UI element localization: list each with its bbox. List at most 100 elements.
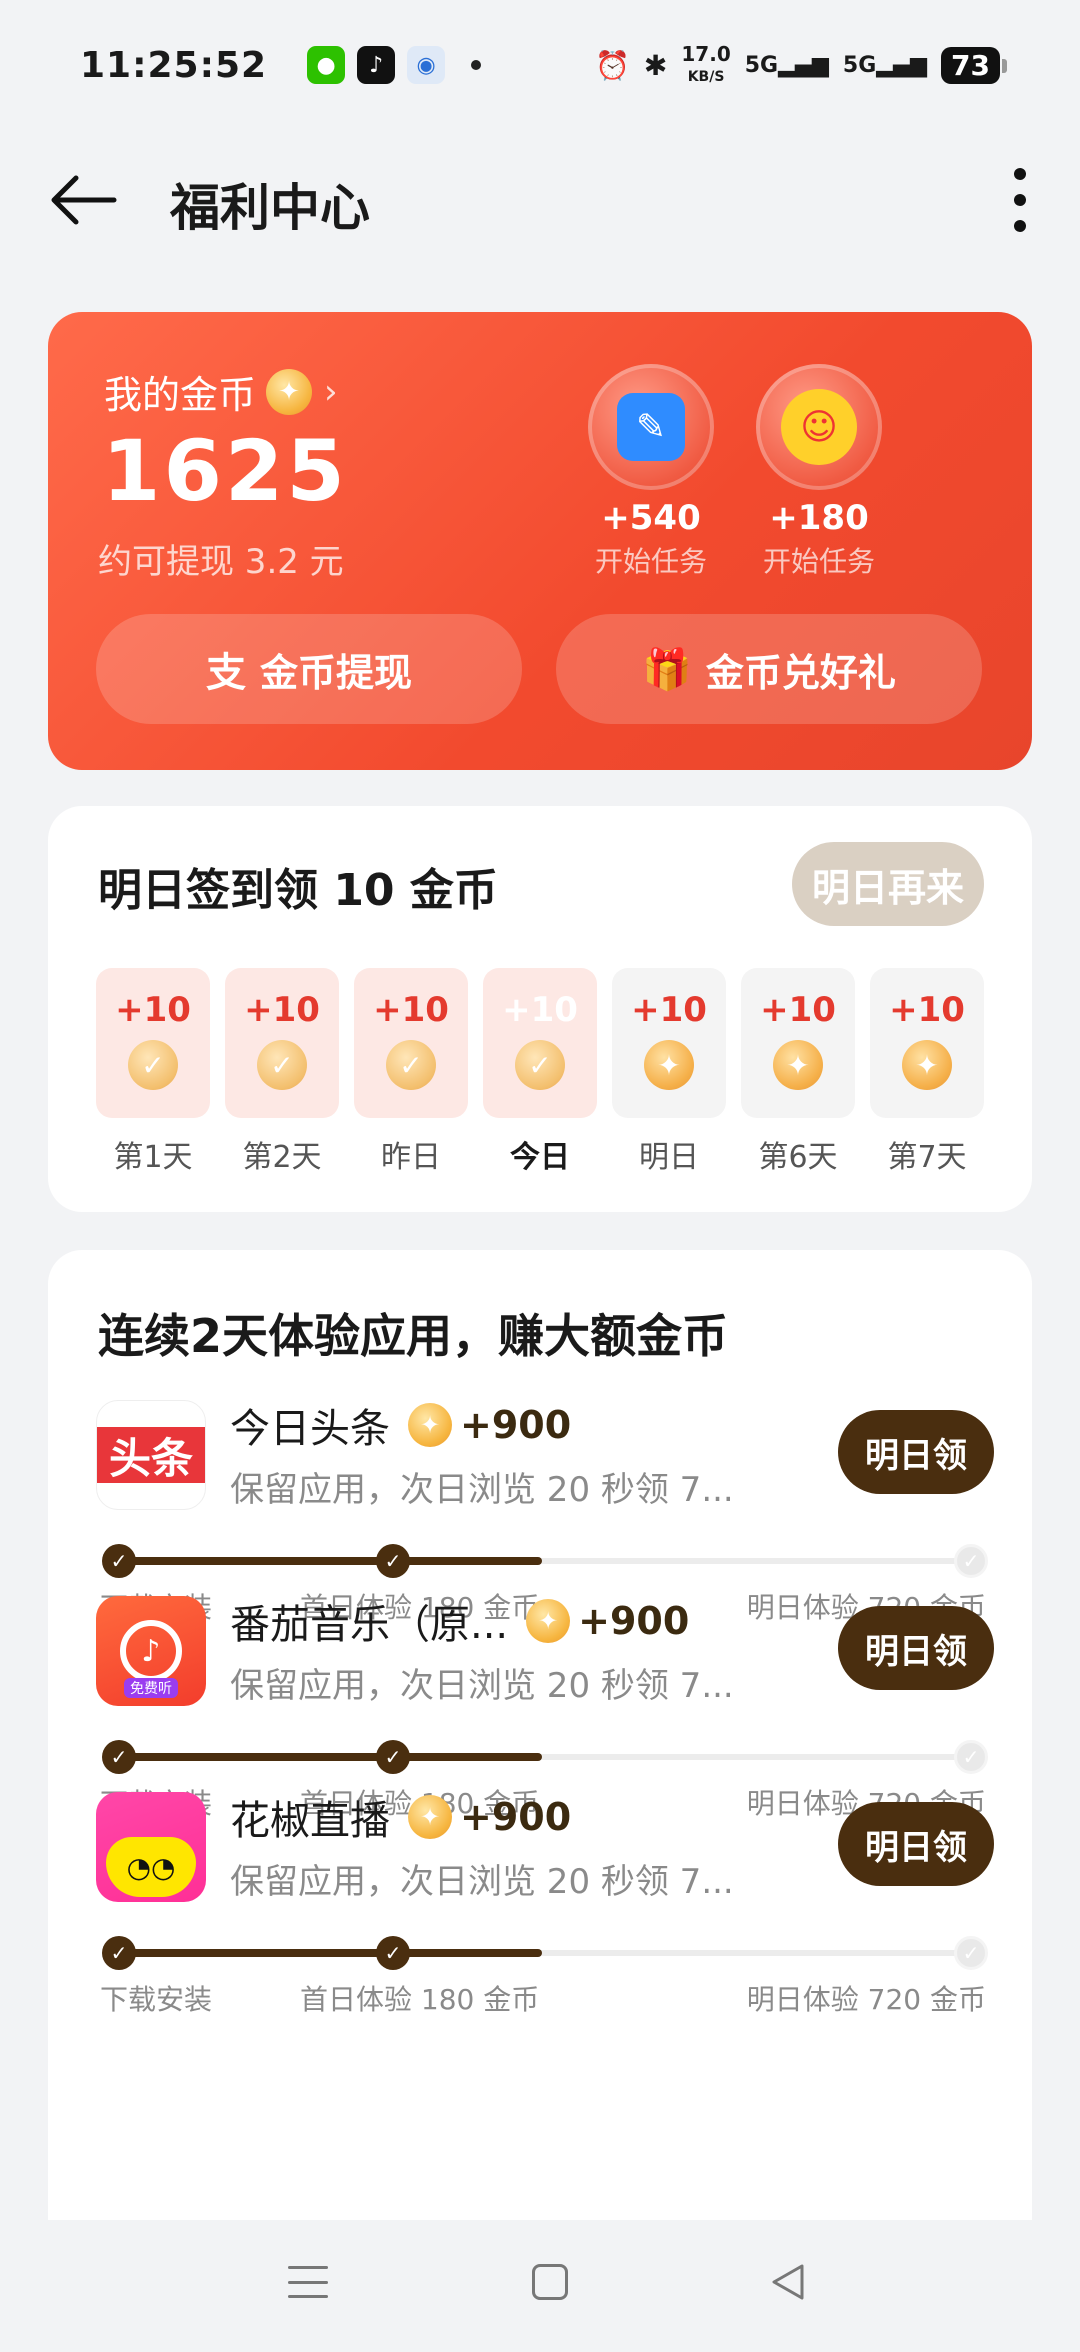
app-tasks-title: 连续2天体验应用，赚大额金币 (98, 1309, 729, 1363)
header: 福利中心 (0, 140, 1080, 260)
task-orb: ✎ (588, 364, 714, 490)
claim-tomorrow-button[interactable]: 明日领 (838, 1606, 994, 1690)
withdraw-icon: 支 (205, 650, 246, 696)
app-name-row: 今日头条 ✦ +900 (230, 1400, 572, 1452)
recent-apps-icon[interactable] (288, 2262, 328, 2302)
tiktok-icon: ♪ (357, 46, 396, 84)
day-amount: +10 (373, 990, 449, 1030)
app-description: 保留应用，次日浏览 20 秒领 7... (230, 1666, 734, 1706)
battery-indicator: 73 (941, 46, 1007, 84)
app-bonus: +900 (578, 1599, 690, 1643)
task-reward: +540 (601, 498, 701, 538)
checkin-title: 明日签到领 10 金币 (98, 865, 498, 916)
checkin-day: +10 ✦ 第6天 (741, 968, 855, 1176)
step-pending-icon: ✓ (954, 1740, 988, 1774)
app-bonus: +900 (460, 1403, 572, 1447)
app-bonus: +900 (460, 1795, 572, 1839)
app-name: 花椒直播 (230, 1798, 390, 1844)
step-label: 下载安装 (100, 1983, 213, 2016)
alarm-icon: ⏰ (595, 48, 630, 82)
step-label: 首日体验 180 金币 (300, 1983, 540, 2016)
app-name: 今日头条 (230, 1406, 390, 1452)
coin-icon: ✦ (408, 1795, 452, 1839)
task-bubble-cash-app[interactable]: ☺ +180 开始任务 (754, 364, 884, 580)
checkin-day: +10 ✦ 明日 (612, 968, 726, 1176)
signal-5g-1: 5G▂▄▆ (744, 52, 829, 78)
status-bar: 11:25:52 ● ♪ ◉ ⏰ ✱ 17.0 KB/S 5G▂▄▆ 5G▂▄▆ … (0, 0, 1080, 130)
app-description: 保留应用，次日浏览 20 秒领 7... (230, 1470, 734, 1510)
progress-fill (108, 1557, 542, 1565)
exchange-label: 金币兑好礼 (705, 650, 896, 695)
back-arrow-icon[interactable] (48, 170, 118, 230)
coin-icon: ✦ (526, 1599, 571, 1643)
day-amount: +10 (760, 990, 836, 1030)
come-back-tomorrow-button[interactable]: 明日再来 (792, 842, 984, 926)
fanqie-music-app-icon: ♪ 免费听 (96, 1596, 206, 1706)
checkin-day: +10 ✓ 第1天 (96, 968, 210, 1176)
task-progress: ✓ ✓ ✓ (102, 1544, 988, 1578)
progress-fill (108, 1753, 542, 1761)
my-coins-link[interactable]: 我的金币 ✦ › (104, 364, 338, 419)
day-amount: +10 (889, 990, 965, 1030)
day-amount: +10 (631, 990, 707, 1030)
step-label: 明日体验 720 金币 (746, 1983, 986, 2016)
status-time: 11:25:52 (80, 44, 268, 86)
gift-icon: 🎁 (642, 646, 692, 693)
step-pending-icon: ✓ (954, 1544, 988, 1578)
day-label: 第7天 (887, 1140, 967, 1175)
checkin-day: +10 ✓ 第2天 (225, 968, 339, 1176)
cash-estimate: 约可提现 3.2 元 (98, 542, 344, 582)
day-box: +10 ✦ (741, 968, 855, 1118)
task-reward: +180 (769, 498, 869, 538)
withdraw-label: 金币提现 (259, 650, 412, 695)
day-label: 今日 (510, 1140, 570, 1175)
task-bubble-cleaner[interactable]: ✎ +540 开始任务 (586, 364, 716, 580)
day-label: 明日 (639, 1140, 699, 1175)
signal-5g-2: 5G▂▄▆ (842, 52, 928, 78)
bluetooth-icon: ✱ (643, 48, 668, 82)
day-box: +10 ✓ (225, 968, 339, 1118)
day-label: 第2天 (242, 1140, 322, 1175)
step-check-icon: ✓ (376, 1936, 410, 1970)
more-options-icon[interactable] (1000, 160, 1040, 240)
huajiao-live-app-icon: ◔◔ (96, 1792, 206, 1902)
day-box: +10 ✦ (612, 968, 726, 1118)
task-orb: ☺ (756, 364, 882, 490)
app-name-row: 花椒直播 ✦ +900 (230, 1792, 572, 1844)
day-amount: +10 (244, 990, 320, 1030)
status-right: ⏰ ✱ 17.0 KB/S 5G▂▄▆ 5G▂▄▆ 73 (595, 44, 1007, 87)
step-check-icon: ✓ (376, 1544, 410, 1578)
step-check-icon: ✓ (102, 1936, 136, 1970)
back-triangle-icon[interactable] (766, 2260, 810, 2304)
progress-fill (108, 1949, 542, 1957)
checkin-card: 明日签到领 10 金币 明日再来 +10 ✓ 第1天 +10 ✓ 第2天 +10 ✓ … (48, 806, 1032, 1212)
chevron-right-icon: › (324, 371, 338, 412)
app-tasks-card: 连续2天体验应用，赚大额金币 头条 今日头条 ✦ +900 保留应用，次日浏览 … (48, 1250, 1032, 2220)
day-box: +10 ✓ (483, 968, 597, 1118)
mascot-app-icon: ☺ (781, 389, 857, 465)
coin-icon: ✦ (266, 368, 313, 415)
claim-tomorrow-button[interactable]: 明日领 (838, 1410, 994, 1494)
task-label: 开始任务 (762, 545, 875, 578)
task-progress: ✓ ✓ ✓ (102, 1740, 988, 1774)
step-check-icon: ✓ (102, 1740, 136, 1774)
coin-icon: ✦ (408, 1403, 452, 1447)
home-icon[interactable] (532, 2264, 568, 2300)
coin-balance: 1625 (102, 422, 348, 520)
task-label: 开始任务 (594, 545, 707, 578)
check-coin-icon: ✓ (128, 1040, 178, 1090)
day-label: 昨日 (381, 1140, 441, 1175)
checkin-day: +10 ✓ 昨日 (354, 968, 468, 1176)
exchange-gifts-button[interactable]: 🎁 金币兑好礼 (556, 614, 982, 724)
more-notifications-dot (471, 60, 482, 70)
app-name-row: 番茄音乐（原... ✦ +900 (230, 1596, 690, 1648)
app-description: 保留应用，次日浏览 20 秒领 7... (230, 1862, 734, 1902)
toutiao-app-icon: 头条 (96, 1400, 206, 1510)
step-check-icon: ✓ (102, 1544, 136, 1578)
wechat-icon: ● (307, 46, 346, 84)
day-box: +10 ✓ (96, 968, 210, 1118)
broom-app-icon: ✎ (617, 393, 685, 461)
claim-tomorrow-button[interactable]: 明日领 (838, 1802, 994, 1886)
coin-icon: ✦ (773, 1040, 823, 1090)
withdraw-coins-button[interactable]: 支 金币提现 (96, 614, 522, 724)
